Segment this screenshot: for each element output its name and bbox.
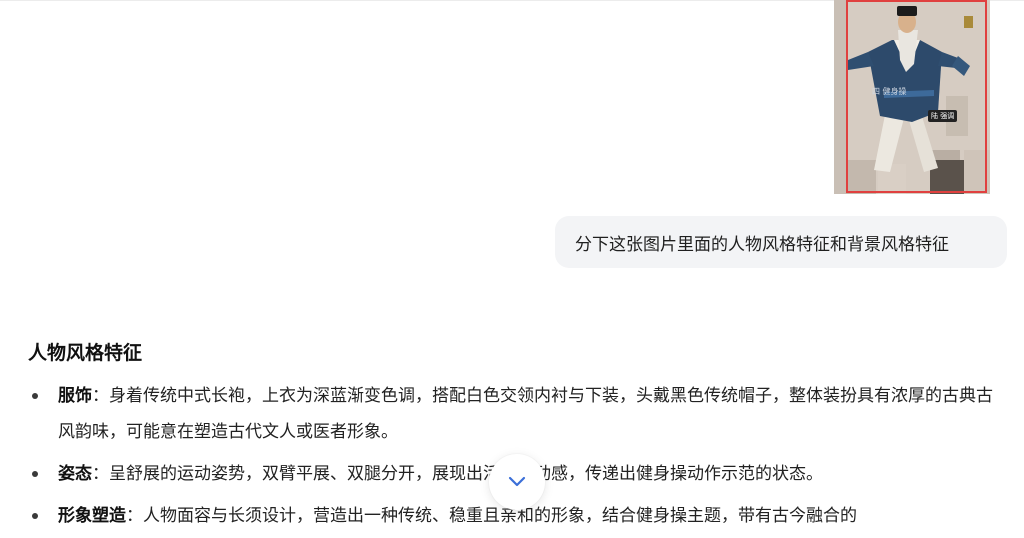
user-message-bubble: 分下这张图片里面的人物风格特征和背景风格特征 <box>555 216 1007 268</box>
item-text: ：呈舒展的运动姿势，双臂平展、双腿分开，展现出活力与动感，传递出健身操动作示范的… <box>92 464 823 484</box>
item-label: 服饰 <box>58 386 92 406</box>
bullet <box>32 513 38 519</box>
uploaded-image[interactable]: 四 健身操 陆 强调 <box>834 0 990 194</box>
image-overlay-tag: 陆 强调 <box>928 110 958 122</box>
item-text: ：身着传统中式长袍，上衣为深蓝渐变色调，搭配白色交领内衬与下装，头戴黑色传统帽子… <box>58 386 993 442</box>
item-text: ：人物面容与长须设计，营造出一种传统、稳重且亲和的形象，结合健身操主题，带有古今… <box>126 506 857 526</box>
chevron-down-icon <box>508 476 526 487</box>
response-heading: 人物风格特征 <box>28 342 143 364</box>
user-message-text: 分下这张图片里面的人物风格特征和背景风格特征 <box>575 234 949 255</box>
bullet <box>32 393 38 399</box>
item-label: 姿态 <box>58 464 92 484</box>
list-item: 服饰：身着传统中式长袍，上衣为深蓝渐变色调，搭配白色交领内衬与下装，头戴黑色传统… <box>28 378 1008 450</box>
item-label: 形象塑造 <box>58 506 126 526</box>
image-overlay-text: 四 健身操 <box>872 87 907 96</box>
scroll-down-button[interactable] <box>489 454 545 510</box>
bullet <box>32 471 38 477</box>
